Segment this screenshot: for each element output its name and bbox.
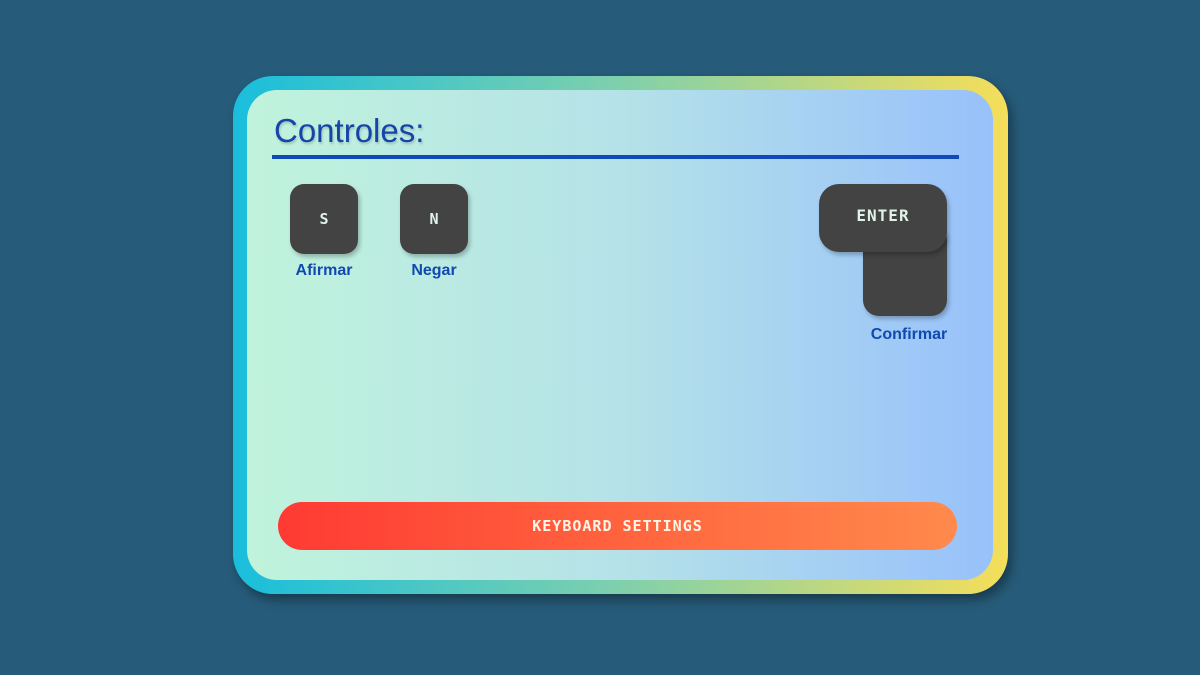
title-divider [272, 155, 959, 159]
key-enter-label: ENTER [856, 206, 910, 225]
keyboard-settings-button[interactable]: KEYBOARD SETTINGS [278, 502, 957, 550]
key-s: S [290, 184, 358, 254]
key-n: N [400, 184, 468, 254]
key-enter-caption: Confirmar [870, 326, 948, 343]
key-n-caption: Negar [411, 262, 457, 279]
panel-title: Controles: [274, 112, 425, 149]
controls-panel: Controles: S Afirmar N Negar ENTER Confi… [247, 90, 993, 580]
key-s-caption: Afirmar [295, 262, 353, 279]
controls-panel-frame: Controles: S Afirmar N Negar ENTER Confi… [233, 76, 1008, 594]
key-enter: ENTER [819, 184, 947, 316]
